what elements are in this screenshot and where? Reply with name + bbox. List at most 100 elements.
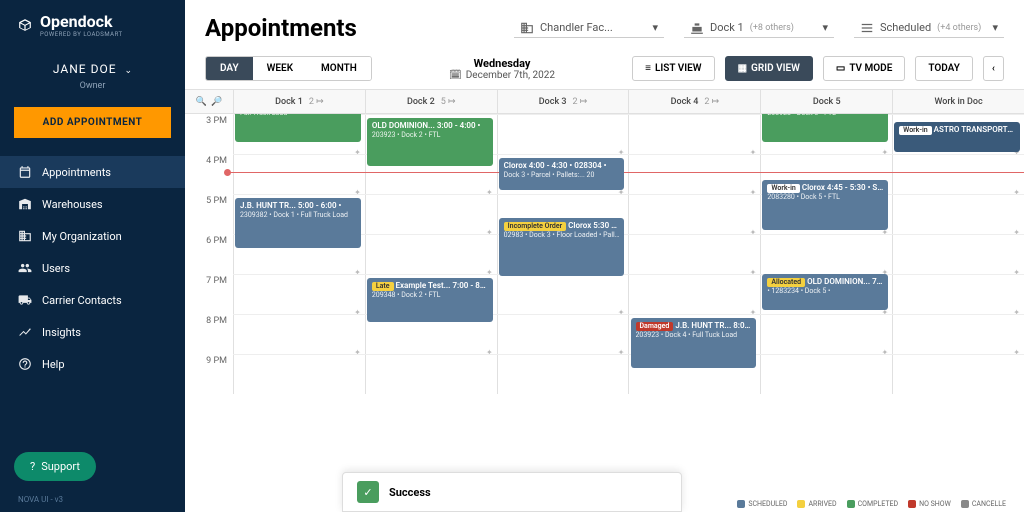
sidebar-item-warehouses[interactable]: Warehouses bbox=[0, 188, 185, 220]
header: Appointments Chandler Fac...▾ Dock 1(+8 o… bbox=[185, 0, 1024, 52]
prev-day-button[interactable]: ‹ bbox=[983, 56, 1004, 81]
time-label: 5 PM bbox=[185, 194, 233, 234]
appointment-card[interactable]: Incomplete OrderClorox 5:30 - 6:45 •0298… bbox=[499, 218, 625, 276]
grid-cell[interactable] bbox=[628, 274, 760, 314]
grid-cell[interactable] bbox=[628, 194, 760, 234]
help-icon: ? bbox=[30, 460, 35, 473]
grid-cell[interactable] bbox=[497, 274, 629, 314]
grid-cell[interactable] bbox=[233, 154, 365, 194]
grid-cell[interactable] bbox=[628, 234, 760, 274]
view-month[interactable]: MONTH bbox=[307, 57, 371, 80]
sidebar-item-appointments[interactable]: Appointments bbox=[0, 156, 185, 188]
grid-cell[interactable] bbox=[892, 354, 1024, 394]
grid-view-button[interactable]: ▦GRID VIEW bbox=[725, 56, 813, 81]
truck-icon bbox=[18, 293, 32, 307]
filter-bar: Chandler Fac...▾ Dock 1(+8 others)▾ Schedu… bbox=[514, 19, 1004, 38]
time-label: 9 PM bbox=[185, 354, 233, 394]
legend-dot bbox=[961, 500, 969, 508]
support-button[interactable]: ? Support bbox=[14, 452, 96, 481]
legend-dot bbox=[847, 500, 855, 508]
list-view-button[interactable]: ≡LIST VIEW bbox=[632, 56, 714, 81]
zoom-controls[interactable]: 🔍 🔎 bbox=[185, 90, 233, 113]
sidebar-item-users[interactable]: Users bbox=[0, 252, 185, 284]
dock-header[interactable]: Dock 12 ↦ bbox=[233, 90, 365, 113]
grid-cell[interactable] bbox=[892, 274, 1024, 314]
grid-cell[interactable] bbox=[365, 194, 497, 234]
users-icon bbox=[18, 261, 32, 275]
tv-mode-button[interactable]: ▭TV MODE bbox=[823, 56, 905, 81]
appointment-card[interactable]: Clorox 4:00 - 4:30 • 028304 •Dock 3 • Pa… bbox=[499, 158, 625, 190]
appointment-card[interactable]: OLD DOMINION... 3:00 - 4:00 •203923 • Do… bbox=[367, 118, 493, 166]
grid-cell[interactable] bbox=[365, 354, 497, 394]
grid-cell[interactable] bbox=[233, 354, 365, 394]
appointment-card[interactable]: Work-inASTRO TRANSPORT S... bbox=[894, 122, 1020, 152]
schedule: 🔍 🔎 Dock 12 ↦Dock 25 ↦Dock 32 ↦Dock 42 ↦… bbox=[185, 90, 1024, 512]
warehouse-icon bbox=[18, 197, 32, 211]
appointment-card[interactable]: LateExample Test... 7:00 - 8:00 •209348 … bbox=[367, 278, 493, 322]
legend-item: CANCELLE bbox=[961, 500, 1006, 508]
grid-cell[interactable] bbox=[628, 114, 760, 154]
grid-cell[interactable] bbox=[760, 314, 892, 354]
view-range-toggle: DAYWEEKMONTH bbox=[205, 56, 372, 81]
grid-cell[interactable] bbox=[233, 274, 365, 314]
appointment-card[interactable]: Work-inClorox 4:45 - 5:30 • Shortage2083… bbox=[762, 180, 888, 230]
appointment-card[interactable]: J.B. HUNT TR... 5:00 - 6:00 •2309382 • D… bbox=[235, 198, 361, 248]
grid-cell[interactable] bbox=[760, 354, 892, 394]
chevron-down-icon: ▾ bbox=[992, 21, 998, 34]
date-section[interactable]: Wednesday 🗓 December 7th, 2022 bbox=[449, 57, 555, 81]
grid-cell[interactable] bbox=[233, 314, 365, 354]
toolbar: DAYWEEKMONTH Wednesday 🗓 December 7th, 2… bbox=[185, 52, 1024, 90]
appointment-card[interactable]: DamagedJ.B. HUNT TR... 8:00 - 9:00 •2039… bbox=[631, 318, 757, 368]
zoom-in-icon[interactable]: 🔍 bbox=[196, 97, 207, 107]
status-badge: Allocated bbox=[767, 278, 805, 287]
grid-cell[interactable] bbox=[760, 234, 892, 274]
user-block[interactable]: JANE DOE ⌄ Owner bbox=[0, 50, 185, 95]
chevron-down-icon: ⌄ bbox=[125, 66, 133, 76]
sidebar-item-help[interactable]: Help bbox=[0, 348, 185, 380]
sidebar-item-my-organization[interactable]: My Organization bbox=[0, 220, 185, 252]
dock-header[interactable]: Work in Doc bbox=[892, 90, 1024, 113]
success-toast[interactable]: ✓ Success bbox=[342, 472, 682, 512]
dock-header[interactable]: Dock 42 ↦ bbox=[628, 90, 760, 113]
grid-cell[interactable] bbox=[892, 194, 1024, 234]
grid-cell[interactable] bbox=[628, 154, 760, 194]
logo-icon bbox=[18, 18, 32, 32]
legend-item: NO SHOW bbox=[908, 500, 951, 508]
status-badge: Late bbox=[372, 282, 394, 291]
appointment-card[interactable]: AllocatedOLD DOMINION... 7:00 - 7:30• 12… bbox=[762, 274, 888, 310]
sidebar-item-insights[interactable]: Insights bbox=[0, 316, 185, 348]
dock-header[interactable]: Dock 25 ↦ bbox=[365, 90, 497, 113]
legend: SCHEDULEDARRIVEDCOMPLETEDNO SHOWCANCELLE bbox=[737, 500, 1006, 508]
nav-list: AppointmentsWarehousesMy OrganizationUse… bbox=[0, 156, 185, 380]
grid-cell[interactable] bbox=[497, 114, 629, 154]
grid-cell[interactable] bbox=[892, 314, 1024, 354]
view-week[interactable]: WEEK bbox=[253, 57, 307, 80]
dock-header[interactable]: Dock 32 ↦ bbox=[497, 90, 629, 113]
dock-icon bbox=[690, 21, 704, 35]
chart-icon bbox=[18, 325, 32, 339]
filter-dock-[interactable]: Dock 1(+8 others)▾ bbox=[684, 19, 834, 38]
filter-chandler-fac-[interactable]: Chandler Fac...▾ bbox=[514, 19, 664, 38]
tv-icon: ▭ bbox=[836, 63, 845, 74]
grid-cell[interactable] bbox=[892, 154, 1024, 194]
zoom-out-icon[interactable]: 🔎 bbox=[211, 97, 222, 107]
sidebar: Opendock POWERED BY LOADSMART JANE DOE ⌄… bbox=[0, 0, 185, 512]
grid-cell[interactable] bbox=[892, 234, 1024, 274]
sidebar-item-carrier-contacts[interactable]: Carrier Contacts bbox=[0, 284, 185, 316]
dock-header[interactable]: Dock 5 bbox=[760, 90, 892, 113]
appointment-card[interactable]: LateExample Test... 2:30 - 3:30 •203928 … bbox=[762, 114, 888, 142]
add-appointment-button[interactable]: ADD APPOINTMENT bbox=[14, 107, 171, 138]
grid-cell[interactable] bbox=[497, 314, 629, 354]
grid-cell[interactable] bbox=[365, 234, 497, 274]
time-label: 6 PM bbox=[185, 234, 233, 274]
appointment-card[interactable]: Damaged40840 • Dock 1 •Full Truck Load bbox=[235, 114, 361, 142]
page-title: Appointments bbox=[205, 14, 357, 42]
legend-dot bbox=[797, 500, 805, 508]
grid-cell[interactable] bbox=[497, 354, 629, 394]
view-day[interactable]: DAY bbox=[206, 57, 253, 80]
today-button[interactable]: TODAY bbox=[915, 56, 973, 81]
chevron-down-icon: ▾ bbox=[652, 21, 658, 34]
check-icon: ✓ bbox=[357, 481, 379, 503]
schedule-grid[interactable]: 3 PM4 PM5 PM6 PM7 PM8 PM9 PMDamaged40840… bbox=[185, 114, 1024, 512]
filter-scheduled[interactable]: Scheduled(+4 others)▾ bbox=[854, 19, 1004, 38]
